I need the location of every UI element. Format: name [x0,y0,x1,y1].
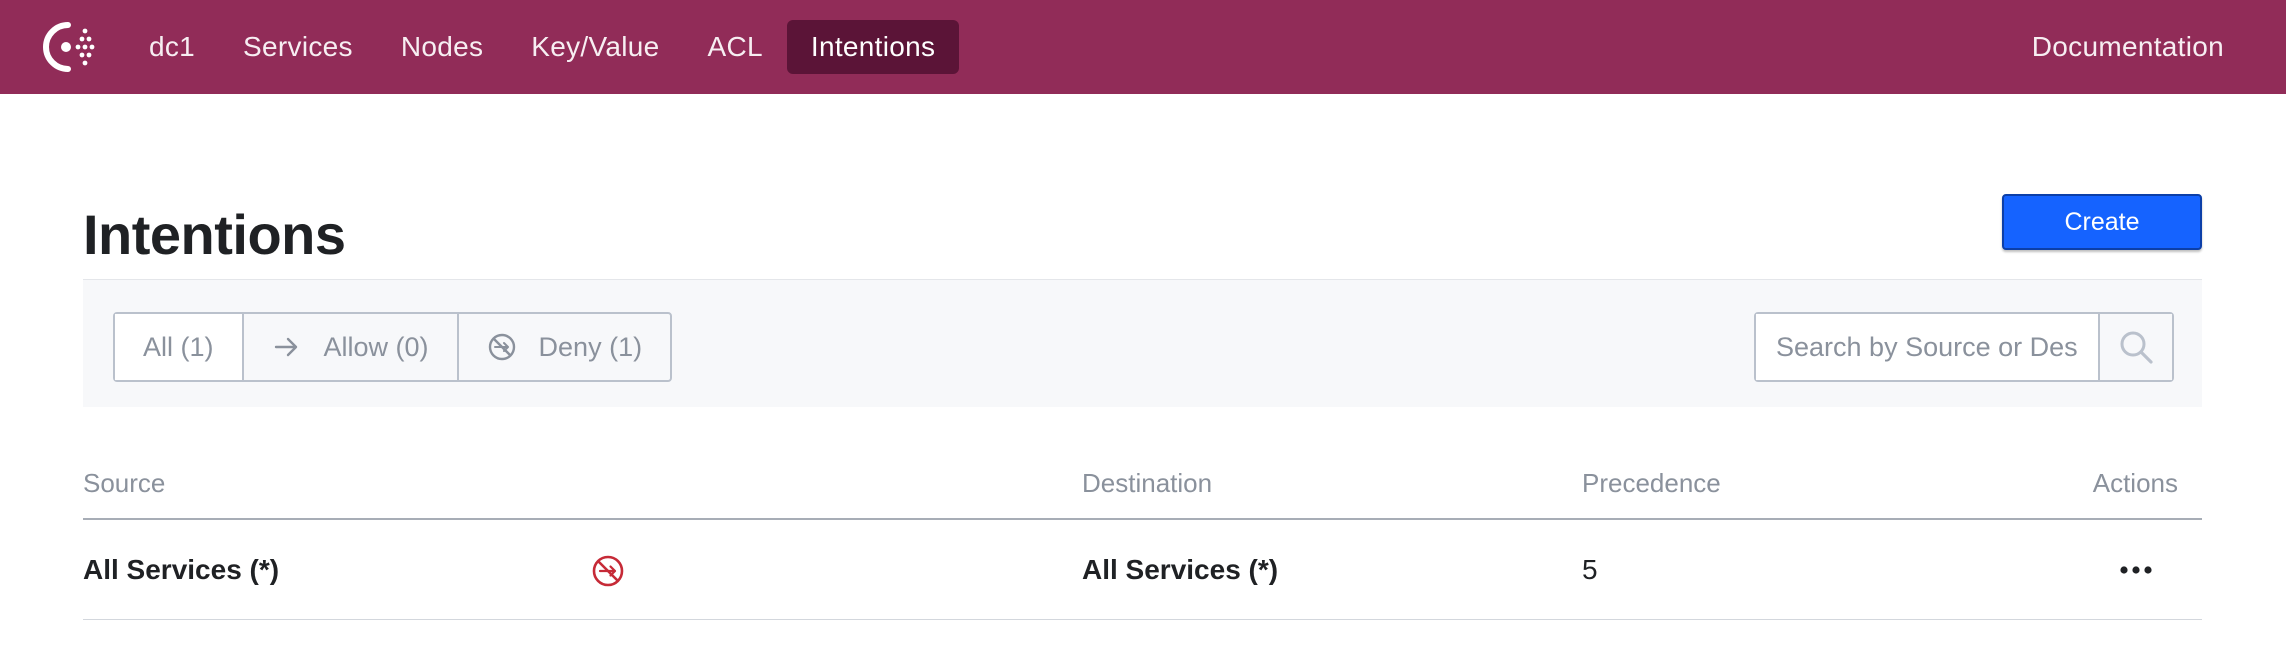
nav-item-documentation[interactable]: Documentation [2032,20,2224,74]
search-icon [2120,331,2153,364]
table-header: Source Destination Precedence Actions [83,448,2202,520]
filter-allow-label: Allow (0) [323,331,429,362]
filter-all-label: All (1) [143,331,214,362]
main-nav: dc1 Services Nodes Key/Value ACL Intenti… [125,20,960,74]
search-button[interactable] [2098,314,2172,380]
search-box [1754,312,2174,382]
filter-all[interactable]: All (1) [115,314,244,380]
intention-filter-tabs: All (1) Allow (0) Deny (1) [113,312,673,382]
column-header-destination[interactable]: Destination [1082,468,1212,499]
row-source[interactable]: All Services (*) [83,554,279,586]
filter-deny-label: Deny (1) [538,331,643,362]
create-button[interactable]: Create [2002,194,2202,250]
datacenter-selector[interactable]: dc1 [125,20,219,74]
nav-item-acl[interactable]: ACL [684,20,787,74]
nav-item-intentions[interactable]: Intentions [786,20,960,74]
filter-deny[interactable]: Deny (1) [459,314,671,380]
search-input[interactable] [1756,314,2098,380]
arrow-right-icon [274,337,297,357]
more-actions-button[interactable] [2108,542,2164,598]
consul-logo-icon[interactable] [38,19,98,75]
table-row[interactable]: All Services (*) All Services (*) 5 [83,520,2202,620]
filter-allow[interactable]: Allow (0) [244,314,459,380]
nav-item-nodes[interactable]: Nodes [377,20,507,74]
nav-item-services[interactable]: Services [219,20,377,74]
row-precedence: 5 [1582,554,1598,585]
more-horizontal-icon [2120,566,2152,574]
filter-bar: All (1) Allow (0) Deny (1) [83,279,2202,407]
row-destination[interactable]: All Services (*) [1082,554,1278,586]
deny-circle-icon [592,555,624,587]
nav-item-key-value[interactable]: Key/Value [507,20,683,74]
column-header-source[interactable]: Source [83,468,165,499]
page-title: Intentions [83,203,346,266]
column-header-actions: Actions [2092,468,2178,498]
deny-circle-icon [488,333,515,361]
intentions-table: Source Destination Precedence Actions Al… [83,448,2202,620]
top-navigation-bar: dc1 Services Nodes Key/Value ACL Intenti… [0,0,2286,94]
column-header-precedence[interactable]: Precedence [1582,468,1721,499]
